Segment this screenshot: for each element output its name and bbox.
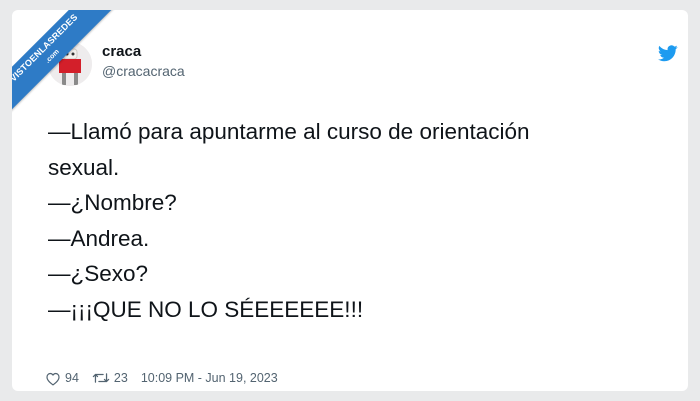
tweet-line: —¡¡¡QUE NO LO SÉEEEEEE!!! xyxy=(48,296,364,322)
tweet-card: VISTOENLASREDES .com craca @cracacraca —… xyxy=(12,10,688,391)
twitter-bird-icon[interactable] xyxy=(658,45,678,62)
tweet-text: —Llamó para apuntarme al curso de orient… xyxy=(48,114,668,327)
like-metric[interactable]: 94 xyxy=(45,371,79,386)
watermark-text: VISTOENLASREDES xyxy=(12,11,80,84)
watermark-ribbon: VISTOENLASREDES .com xyxy=(12,10,116,120)
retweet-icon xyxy=(92,373,110,383)
tweet-footer: 94 23 10:09 PM - Jun 19, 2023 xyxy=(45,370,278,386)
tweet-line: sexual. xyxy=(48,154,120,180)
heart-icon xyxy=(46,372,60,385)
retweet-metric[interactable]: 23 xyxy=(92,371,128,385)
watermark: VISTOENLASREDES .com xyxy=(12,10,142,140)
retweet-count: 23 xyxy=(113,371,128,385)
like-count: 94 xyxy=(65,371,79,385)
tweet-line: —Andrea. xyxy=(48,225,150,251)
tweet-timestamp[interactable]: 10:09 PM - Jun 19, 2023 xyxy=(141,371,278,385)
tweet-line: —¿Nombre? xyxy=(48,190,177,215)
tweet-line: —¿Sexo? xyxy=(48,261,149,286)
